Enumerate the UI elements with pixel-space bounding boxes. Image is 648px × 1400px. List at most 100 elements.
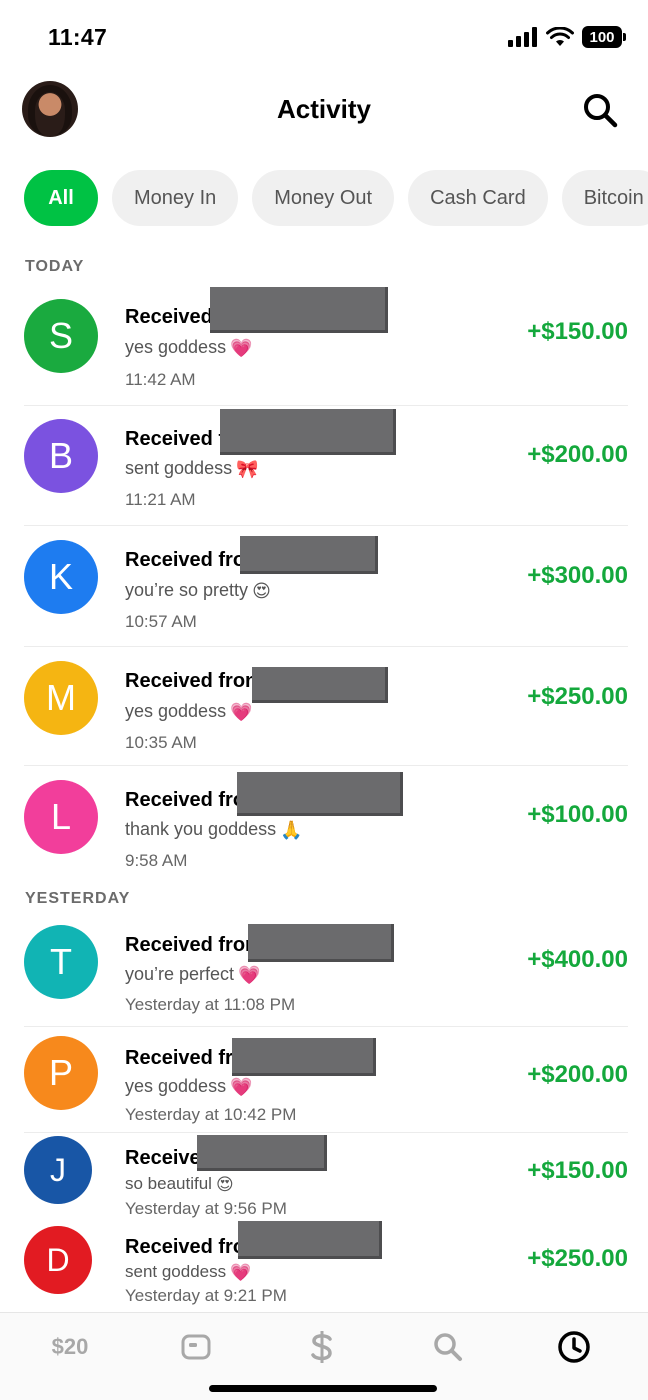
transaction-amount: +$200.00 bbox=[527, 1061, 628, 1088]
transaction-note: yes goddess 💗 bbox=[125, 1076, 253, 1097]
transaction-row[interactable]: K Received fro you’re so pretty 😍 10:57 A… bbox=[24, 526, 628, 647]
wifi-icon bbox=[546, 27, 574, 46]
pink-heart-icon: 💗 bbox=[230, 701, 253, 722]
transaction-row[interactable]: B Received f sent goddess 🎀 11:21 AM +$20… bbox=[24, 406, 628, 526]
tab-pay[interactable] bbox=[292, 1327, 352, 1367]
payer-avatar: J bbox=[24, 1136, 92, 1204]
transaction-note: so beautiful 😍 bbox=[125, 1174, 234, 1194]
section-yesterday: YESTERDAY bbox=[25, 890, 131, 907]
page-title: Activity bbox=[277, 94, 371, 124]
tab-balance[interactable]: $20 bbox=[40, 1327, 100, 1367]
transaction-row[interactable]: D Received fro sent goddess 💗 Yesterday a… bbox=[24, 1221, 628, 1311]
transaction-note: thank you goddess 🙏 bbox=[125, 819, 303, 840]
transaction-title: Received fror bbox=[125, 934, 253, 956]
status-icons: 100 bbox=[508, 26, 626, 48]
transaction-title: Received f bbox=[125, 428, 226, 450]
redacted-name bbox=[220, 409, 396, 455]
filter-chip-money-in[interactable]: Money In bbox=[112, 170, 239, 226]
battery-indicator: 100 bbox=[582, 26, 626, 48]
transaction-time: Yesterday at 11:08 PM bbox=[125, 995, 296, 1014]
ribbon-bow-icon: 🎀 bbox=[236, 458, 259, 479]
search-icon[interactable] bbox=[580, 90, 620, 130]
tab-search[interactable] bbox=[418, 1327, 478, 1367]
card-icon bbox=[181, 1334, 211, 1360]
transaction-row[interactable]: T Received fror you’re perfect 💗 Yesterda… bbox=[24, 916, 628, 1027]
payer-avatar: M bbox=[24, 661, 98, 735]
filter-chips: All Money In Money Out Cash Card Bitcoin bbox=[24, 170, 648, 228]
transaction-time: Yesterday at 9:56 PM bbox=[125, 1199, 287, 1218]
transaction-note: yes goddess 💗 bbox=[125, 337, 253, 358]
heart-eyes-icon: 😍 bbox=[252, 580, 271, 601]
payer-avatar: T bbox=[24, 925, 98, 999]
filter-chip-bitcoin[interactable]: Bitcoin bbox=[561, 170, 648, 226]
transaction-title: Received fro bbox=[125, 789, 246, 811]
transaction-note: sent goddess 🎀 bbox=[125, 458, 259, 479]
transaction-amount: +$150.00 bbox=[527, 1157, 628, 1184]
payer-avatar: L bbox=[24, 780, 98, 854]
transaction-title: Received fr bbox=[125, 1047, 233, 1069]
redacted-name bbox=[210, 287, 388, 333]
transaction-note: yes goddess 💗 bbox=[125, 701, 253, 722]
clock-icon bbox=[558, 1331, 590, 1363]
tab-activity[interactable] bbox=[544, 1327, 604, 1367]
tab-bar: $20 bbox=[0, 1312, 648, 1400]
transaction-amount: +$400.00 bbox=[527, 946, 628, 973]
transaction-title: Received fron bbox=[125, 670, 258, 692]
status-time: 11:47 bbox=[48, 24, 108, 50]
pink-heart-icon: 💗 bbox=[230, 337, 253, 358]
transaction-amount: +$250.00 bbox=[527, 1245, 628, 1272]
transaction-time: 10:57 AM bbox=[125, 612, 197, 631]
payer-avatar: K bbox=[24, 540, 98, 614]
praying-hands-icon: 🙏 bbox=[280, 819, 303, 840]
transaction-note: sent goddess 💗 bbox=[125, 1262, 252, 1282]
section-today: TODAY bbox=[25, 258, 85, 275]
transaction-note: you’re so pretty 😍 bbox=[125, 580, 271, 601]
transaction-time: 9:58 AM bbox=[125, 851, 188, 870]
redacted-name bbox=[237, 772, 403, 816]
transaction-time: 11:42 AM bbox=[125, 370, 196, 389]
transaction-row[interactable]: S Received yes goddess 💗 11:42 AM +$150.0… bbox=[24, 284, 628, 406]
filter-chip-money-out[interactable]: Money Out bbox=[252, 170, 395, 226]
transaction-amount: +$300.00 bbox=[527, 562, 628, 589]
payer-avatar: P bbox=[24, 1036, 98, 1110]
transaction-row[interactable]: P Received fr yes goddess 💗 Yesterday at … bbox=[24, 1027, 628, 1133]
redacted-name bbox=[238, 1221, 382, 1259]
payer-avatar: B bbox=[24, 419, 98, 493]
redacted-name bbox=[248, 924, 394, 962]
dollar-icon bbox=[311, 1331, 332, 1363]
transaction-amount: +$250.00 bbox=[527, 683, 628, 710]
transaction-amount: +$100.00 bbox=[527, 801, 628, 828]
transaction-row[interactable]: L Received fro thank you goddess 🙏 9:58 A… bbox=[24, 766, 628, 882]
transaction-note: you’re perfect 💗 bbox=[125, 964, 261, 985]
payer-avatar: D bbox=[24, 1226, 92, 1294]
redacted-name bbox=[232, 1038, 376, 1076]
redacted-name bbox=[252, 667, 388, 703]
transaction-time: Yesterday at 10:42 PM bbox=[125, 1105, 297, 1124]
filter-chip-cash-card[interactable]: Cash Card bbox=[408, 170, 548, 226]
signal-icon bbox=[508, 27, 537, 47]
pink-heart-icon: 💗 bbox=[230, 1076, 253, 1097]
transaction-title: Received fro bbox=[125, 1236, 246, 1258]
transaction-title: Received bbox=[125, 306, 213, 328]
transaction-title: Receive bbox=[125, 1147, 201, 1169]
transaction-amount: +$150.00 bbox=[527, 318, 628, 345]
tab-card[interactable] bbox=[166, 1327, 226, 1367]
pink-heart-icon: 💗 bbox=[238, 964, 261, 985]
transaction-time: 10:35 AM bbox=[125, 733, 197, 752]
home-indicator bbox=[209, 1385, 437, 1392]
redacted-name bbox=[240, 536, 378, 574]
transaction-time: 11:21 AM bbox=[125, 490, 196, 509]
filter-chip-all[interactable]: All bbox=[24, 170, 98, 226]
transaction-title: Received fro bbox=[125, 549, 246, 571]
transaction-time: Yesterday at 9:21 PM bbox=[125, 1286, 287, 1305]
status-bar: 11:47 100 bbox=[0, 0, 648, 72]
transaction-row[interactable]: J Receive so beautiful 😍 Yesterday at 9:5… bbox=[24, 1133, 628, 1223]
payer-avatar: S bbox=[24, 299, 98, 373]
transaction-row[interactable]: M Received fron yes goddess 💗 10:35 AM +$… bbox=[24, 647, 628, 766]
transaction-amount: +$200.00 bbox=[527, 441, 628, 468]
search-icon bbox=[434, 1333, 462, 1361]
header: Activity bbox=[0, 76, 648, 142]
pink-heart-icon: 💗 bbox=[230, 1262, 252, 1282]
heart-eyes-icon: 😍 bbox=[215, 1174, 234, 1194]
redacted-name bbox=[197, 1135, 327, 1171]
